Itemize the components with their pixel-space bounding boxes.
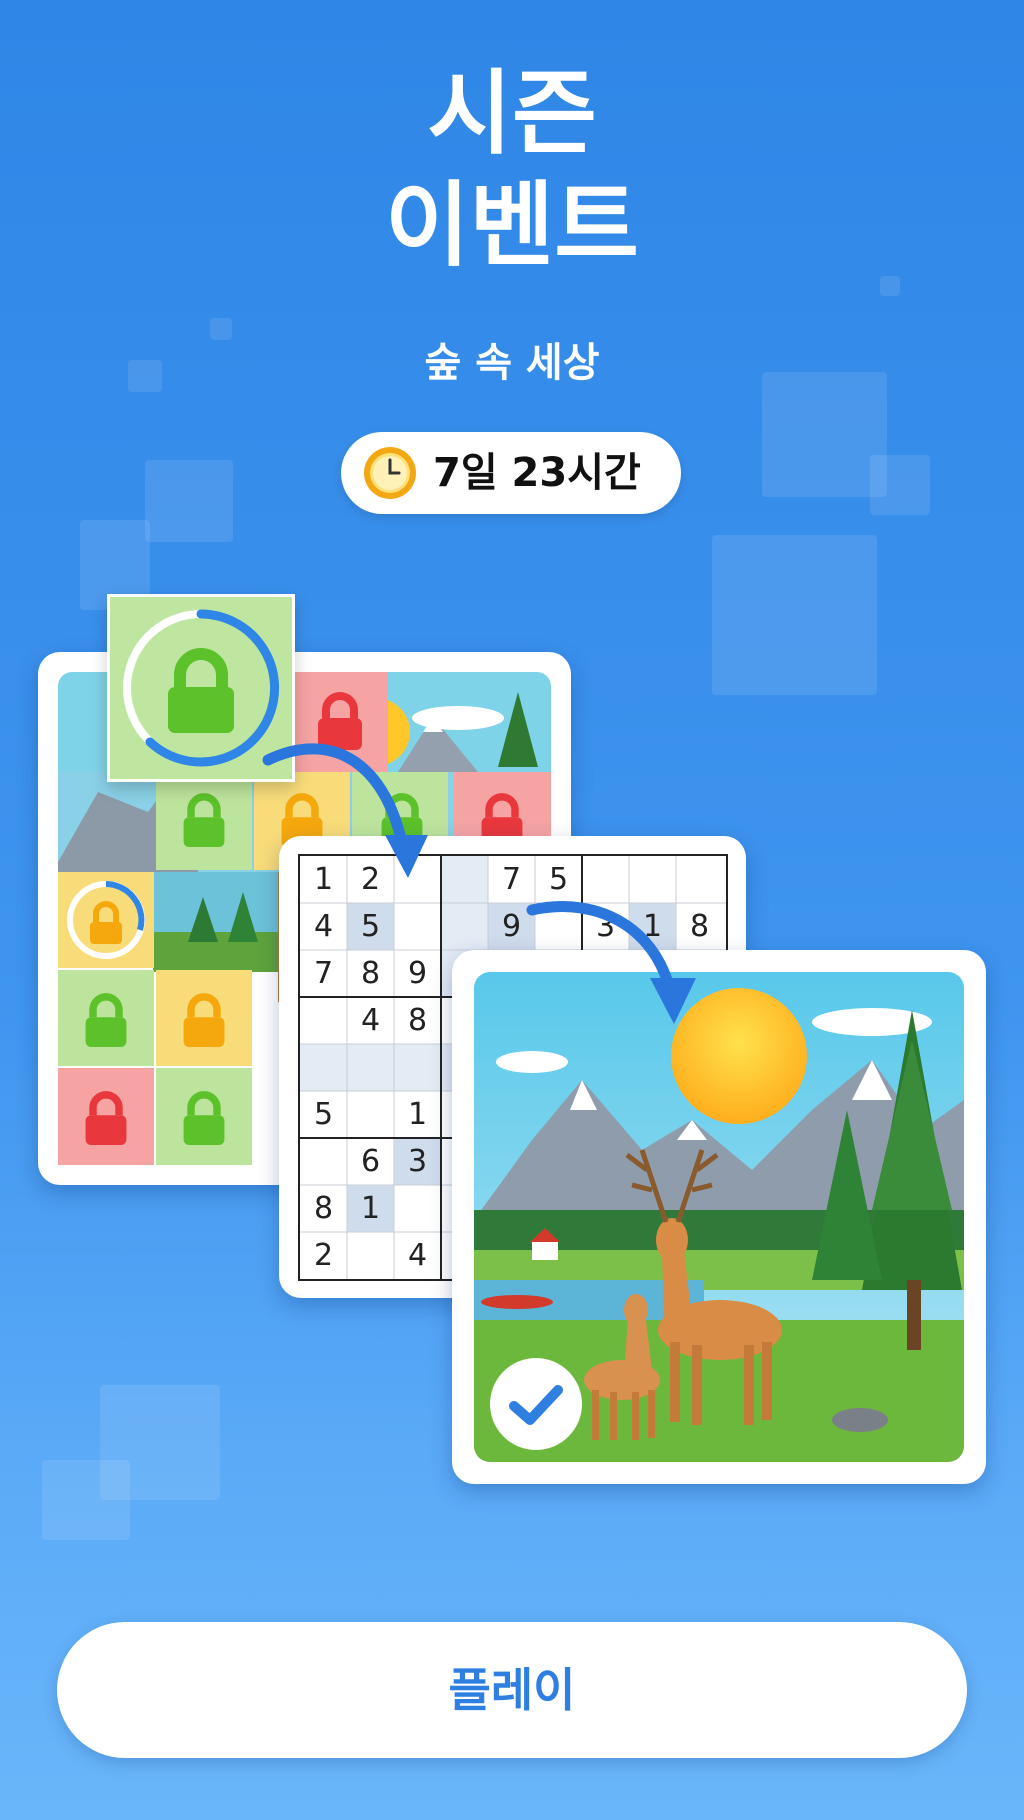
highlighted-lock-tile[interactable]	[107, 594, 295, 782]
sudoku-cell-value: 9	[407, 956, 428, 991]
sudoku-cell-value: 5	[360, 909, 381, 944]
clock-icon	[364, 447, 416, 499]
background-square	[762, 372, 887, 497]
lock-icon	[183, 1091, 225, 1145]
event-subtitle: 숲 속 세상	[424, 340, 600, 386]
timer-text: 7일 23시간	[433, 450, 641, 496]
sudoku-cell-value: 3	[407, 1144, 428, 1179]
sudoku-cell-value: 6	[360, 1144, 381, 1179]
sudoku-cell-value: 2	[313, 1238, 334, 1273]
sudoku-cell-value: 1	[313, 862, 334, 897]
sudoku-cell-value: 8	[360, 956, 381, 991]
sudoku-cell-value: 2	[360, 862, 381, 897]
sudoku-cell-value: 5	[313, 1097, 334, 1132]
background-square	[712, 535, 877, 695]
sudoku-cell-value: 5	[548, 862, 569, 897]
sudoku-cell-value: 4	[360, 1003, 381, 1038]
lock-icon	[183, 993, 225, 1047]
title-line-2: 이벤트	[385, 172, 639, 279]
lock-progress-icon	[67, 881, 145, 959]
event-timer-badge: 7일 23시간	[341, 432, 681, 514]
sudoku-cell-value: 8	[689, 909, 710, 944]
sudoku-cell-value: 1	[407, 1097, 428, 1132]
sudoku-cell-value: 1	[642, 909, 663, 944]
completed-check-icon	[490, 1358, 582, 1450]
sudoku-cell-value: 8	[313, 1191, 334, 1226]
title-line-1: 시즌	[427, 60, 597, 167]
lock-progress-icon	[123, 609, 280, 767]
sudoku-cell-value: 1	[360, 1191, 381, 1226]
background-square	[870, 455, 930, 515]
event-title: 시즌 이벤트	[0, 58, 1024, 282]
background-square	[42, 1460, 130, 1540]
lock-icon	[85, 1091, 127, 1145]
sudoku-cell-value: 4	[313, 909, 334, 944]
sudoku-cell-value: 8	[407, 1003, 428, 1038]
lock-icon	[318, 692, 362, 750]
lock-icon	[85, 993, 127, 1047]
sudoku-cell-value: 3	[595, 909, 616, 944]
sudoku-cell-value: 7	[501, 862, 522, 897]
lock-icon	[183, 793, 225, 847]
play-button[interactable]: 플레이	[57, 1622, 967, 1758]
background-square	[145, 460, 233, 542]
sudoku-cell-value: 9	[501, 909, 522, 944]
sudoku-cell-value: 7	[313, 956, 334, 991]
completed-picture-card	[452, 950, 986, 1484]
sudoku-cell-value: 4	[407, 1238, 428, 1273]
